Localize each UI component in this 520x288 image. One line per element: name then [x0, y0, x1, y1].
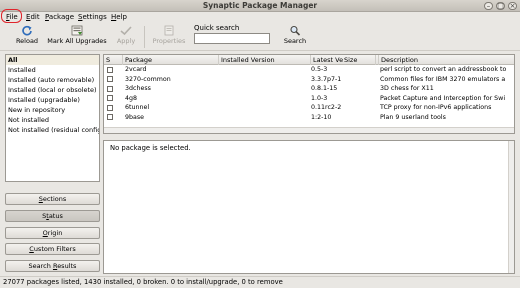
cell-description: TCP proxy for non-IPv6 applications: [380, 104, 492, 111]
quick-search-input[interactable]: [194, 33, 270, 44]
search-icon: [290, 25, 301, 36]
filter-item-not-installed[interactable]: Not installed: [6, 115, 99, 125]
cell-package: 2vcard: [125, 66, 147, 73]
cell-package: 4g8: [125, 94, 138, 102]
column-header-status[interactable]: S: [104, 55, 123, 65]
apply-icon: [120, 26, 132, 36]
column-header-latest-version[interactable]: Latest Version: [311, 55, 343, 65]
origin-button[interactable]: Origin: [5, 227, 100, 239]
search-button[interactable]: Search: [282, 25, 308, 45]
minimize-button[interactable]: –: [484, 2, 493, 10]
sections-button[interactable]: Sections: [5, 193, 100, 205]
no-selection-message: No package is selected.: [110, 144, 191, 152]
properties-icon: [164, 25, 174, 36]
custom-filters-button[interactable]: Custom Filters: [5, 243, 100, 255]
table-row[interactable]: 2vcard 0.5-3 perl script to convert an a…: [104, 65, 514, 75]
cell-package: 9base: [125, 113, 145, 121]
cell-description: Plan 9 userland tools: [380, 113, 446, 121]
row-checkbox[interactable]: [107, 95, 113, 101]
column-header-description[interactable]: Description: [378, 55, 514, 65]
cell-installed-version: [219, 65, 311, 75]
maximize-icon: □: [497, 2, 504, 10]
cell-package: 3dchess: [125, 85, 151, 92]
mark-all-upgrades-button[interactable]: Mark All Upgrades: [46, 25, 108, 45]
file-menu-highlight-ring: [1, 9, 22, 23]
cell-latest-version: 1:2-10: [311, 113, 332, 121]
column-header-package[interactable]: Package: [123, 55, 219, 65]
menu-settings[interactable]: Settings: [76, 13, 109, 22]
package-table: S Package Installed Version Latest Versi…: [103, 54, 515, 134]
status-bar: 27077 packages listed, 1430 installed, 0…: [0, 276, 520, 288]
mark-upgrades-icon: [71, 25, 83, 36]
close-button[interactable]: ×: [508, 2, 517, 10]
status-button[interactable]: Status: [5, 210, 100, 222]
filter-item-new-in-repository[interactable]: New in repository: [6, 105, 99, 115]
cell-installed-version: [219, 84, 311, 94]
details-vertical-scrollbar[interactable]: [508, 141, 514, 273]
row-checkbox[interactable]: [107, 66, 113, 73]
cell-description: perl script to convert an addressbook to: [380, 66, 507, 73]
cell-package: 3270-common: [125, 75, 171, 83]
minimize-icon: –: [486, 2, 491, 10]
cell-latest-version: 0.8.1-15: [311, 85, 338, 92]
row-checkbox[interactable]: [107, 85, 113, 92]
status-text: 27077 packages listed, 1430 installed, 0…: [3, 278, 283, 286]
filter-item-all[interactable]: All: [6, 55, 99, 65]
table-row[interactable]: 6tunnel 0.11rc2-2 TCP proxy for non-IPv6…: [104, 103, 514, 113]
column-header-installed-version[interactable]: Installed Version: [219, 55, 311, 65]
filter-item-installed-upgradable[interactable]: Installed (upgradable): [6, 95, 99, 105]
filter-item-installed-local-obsolete[interactable]: Installed (local or obsolete): [6, 85, 99, 95]
toolbar: Reload Mark All Upgrades Apply Propertie…: [0, 23, 520, 51]
filter-list: All Installed Installed (auto removable)…: [5, 54, 100, 182]
table-row[interactable]: 4g8 1.0-3 Packet Capture and Interceptio…: [104, 94, 514, 104]
cell-installed-version: [219, 94, 311, 104]
cell-latest-version: 0.5-3: [311, 66, 328, 73]
table-row[interactable]: 9base 1:2-10 Plan 9 userland tools: [104, 113, 514, 123]
close-icon: ×: [509, 2, 516, 10]
synaptic-window: Synaptic Package Manager – □ × File Edit…: [0, 0, 520, 288]
toolbar-separator: [144, 26, 145, 48]
row-checkbox[interactable]: [107, 114, 113, 120]
cell-installed-version: [219, 103, 311, 113]
cell-description: Packet Capture and Interception for Swi: [380, 94, 506, 102]
table-header: S Package Installed Version Latest Versi…: [104, 55, 514, 65]
cell-installed-version: [219, 113, 311, 123]
menu-package[interactable]: Package: [43, 13, 76, 22]
menu-bar: File Edit Package Settings Help: [0, 12, 520, 23]
maximize-button[interactable]: □: [496, 2, 505, 10]
filter-item-not-installed-residual[interactable]: Not installed (residual config): [6, 125, 99, 135]
table-horizontal-scrollbar[interactable]: [104, 127, 514, 133]
cell-latest-version: 0.11rc2-2: [311, 104, 342, 111]
cell-latest-version: 3.3.7p7-1: [311, 75, 342, 83]
apply-button[interactable]: Apply: [114, 25, 138, 45]
menu-edit[interactable]: Edit: [24, 13, 42, 22]
cell-installed-version: [219, 75, 311, 85]
title-bar: Synaptic Package Manager – □ ×: [0, 0, 520, 12]
filter-item-installed-auto-removable[interactable]: Installed (auto removable): [6, 75, 99, 85]
table-row[interactable]: 3270-common 3.3.7p7-1 Common files for I…: [104, 75, 514, 85]
filter-item-installed[interactable]: Installed: [6, 65, 99, 75]
cell-package: 6tunnel: [125, 104, 150, 111]
table-row[interactable]: 3dchess 0.8.1-15 3D chess for X11: [104, 84, 514, 94]
row-checkbox[interactable]: [107, 76, 113, 82]
column-header-size[interactable]: Size: [342, 55, 378, 65]
search-results-button[interactable]: Search Results: [5, 260, 100, 272]
reload-button[interactable]: Reload: [14, 25, 40, 45]
cell-description: 3D chess for X11: [380, 85, 434, 92]
window-title: Synaptic Package Manager: [202, 1, 318, 10]
quick-search-label: Quick search: [194, 24, 240, 32]
menu-help[interactable]: Help: [109, 13, 129, 22]
cell-latest-version: 1.0-3: [311, 94, 328, 102]
properties-button[interactable]: Properties: [150, 25, 188, 45]
cell-description: Common files for IBM 3270 emulators a: [380, 75, 506, 83]
reload-icon: [22, 25, 32, 36]
row-checkbox[interactable]: [107, 104, 113, 111]
package-details-pane: No package is selected.: [103, 140, 515, 274]
